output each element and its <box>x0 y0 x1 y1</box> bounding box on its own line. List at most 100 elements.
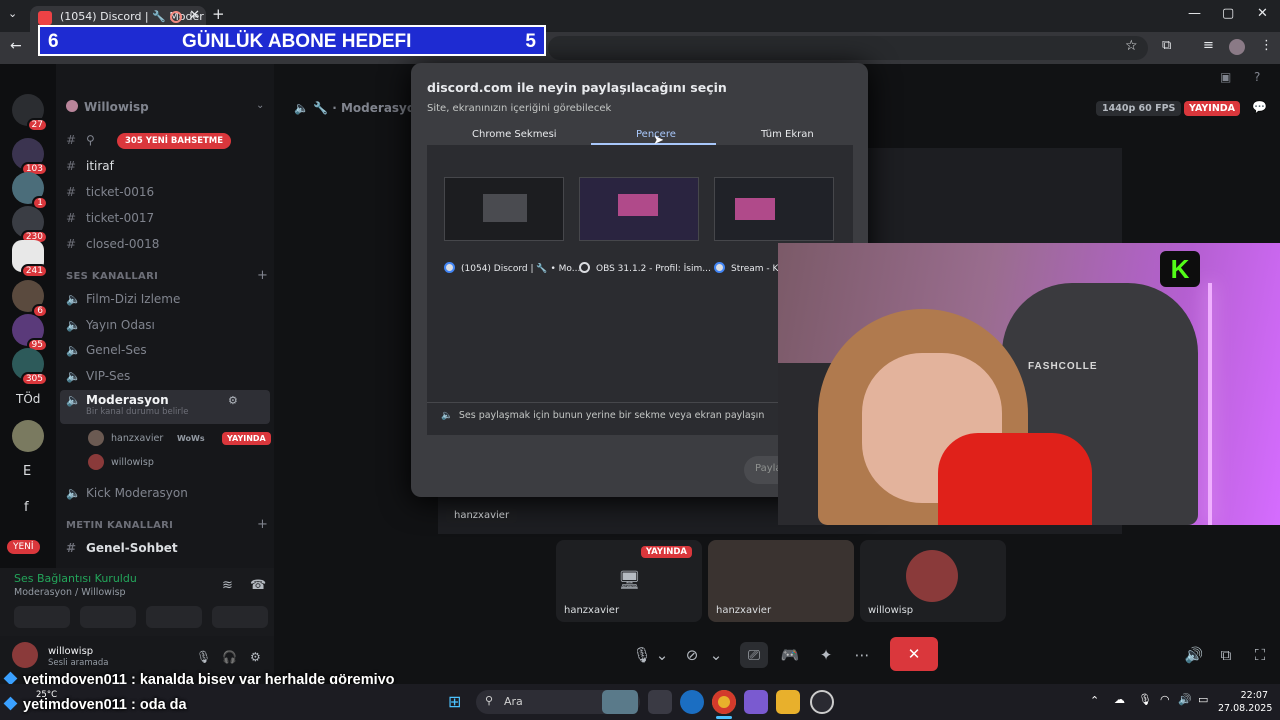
microphone-icon[interactable]: 🎙 <box>196 650 211 664</box>
tray-volume-icon[interactable]: 🔊 <box>1178 693 1192 706</box>
server-letter-f[interactable]: f <box>24 500 29 515</box>
video-tile-willowisp[interactable]: willowisp <box>860 540 1006 622</box>
new-mentions-pill[interactable]: 305 YENİ BAHSETME <box>117 133 232 149</box>
tab-search-chevron-icon[interactable]: ⌄ <box>8 7 17 20</box>
windows-start-icon[interactable]: ⊞ <box>448 692 461 711</box>
add-voice-channel-icon[interactable]: + <box>257 268 268 283</box>
server-icon-3[interactable]: 230 <box>12 206 48 244</box>
edge-icon[interactable] <box>680 690 704 714</box>
channel-itiraf[interactable]: # itiraf <box>66 159 114 181</box>
voice-channel-film[interactable]: 🔈 Film-Dizi Izleme <box>66 292 180 314</box>
server-icon-2[interactable]: 1 <box>12 172 48 210</box>
back-arrow-icon[interactable]: ← <box>10 38 22 54</box>
voice-channel-vip[interactable]: 🔈 VIP-Ses <box>66 369 130 391</box>
end-call-button[interactable]: ✕ <box>890 637 938 671</box>
window-thumbnail-discord[interactable] <box>444 177 564 241</box>
server-name[interactable]: Willowisp <box>66 100 149 114</box>
window-label-obs[interactable]: OBS 31.1.2 - Profil: İsim... <box>579 262 711 274</box>
headphones-icon[interactable]: 🎧 <box>222 650 237 664</box>
server-text-icon[interactable]: TÖd <box>16 392 40 406</box>
voice-location[interactable]: Moderasyon / Willowisp <box>14 587 126 598</box>
server-letter-e[interactable]: E <box>23 464 31 479</box>
search-widget-image[interactable] <box>602 690 638 714</box>
inbox-icon[interactable]: ▣ <box>1220 70 1231 84</box>
window-label-discord[interactable]: (1054) Discord | 🔧 • Mo... <box>444 262 580 274</box>
server-icon-1[interactable]: 103 <box>12 138 48 176</box>
server-icon-8[interactable] <box>12 420 44 452</box>
fullscreen-icon[interactable]: ⛶ <box>1246 642 1274 668</box>
window-thumbnail-stream[interactable] <box>714 177 834 241</box>
call-more-icon[interactable]: ⋯ <box>848 642 876 668</box>
call-activity-icon[interactable]: 🎮 <box>776 642 804 668</box>
call-soundboard-icon[interactable]: ✦ <box>812 642 840 668</box>
member-hanzxavier[interactable]: hanzxavier <box>111 433 163 444</box>
server-menu-chevron-icon[interactable]: ⌄ <box>256 100 264 111</box>
help-icon[interactable]: ? <box>1254 70 1260 84</box>
chevron-down-icon[interactable]: ⌄ <box>706 642 726 668</box>
new-servers-badge[interactable]: YENİ <box>7 540 40 554</box>
file-explorer-icon[interactable] <box>776 690 800 714</box>
member-willowisp[interactable]: willowisp <box>111 457 154 468</box>
call-camera-off-icon[interactable]: ⊘ <box>678 642 706 668</box>
soundboard-button[interactable] <box>212 606 268 628</box>
weather-temp[interactable]: 25°C <box>36 690 57 700</box>
chrome-taskbar-icon[interactable] <box>712 690 736 714</box>
camera-toggle-button[interactable] <box>14 606 70 628</box>
channel-ticket-0016[interactable]: # ticket-0016 <box>66 185 154 207</box>
voice-channel-moderasyon[interactable]: 🔈 Moderasyon Bir kanal durumu belirle <box>60 390 270 424</box>
chevron-down-icon[interactable]: ⌄ <box>652 642 672 668</box>
address-bar[interactable] <box>548 36 1148 60</box>
voice-channel-genel[interactable]: 🔈 Genel-Ses <box>66 343 147 365</box>
add-text-channel-icon[interactable]: + <box>257 517 268 532</box>
channel-closed-0018[interactable]: # closed-0018 <box>66 237 159 259</box>
call-screen-share-icon[interactable]: ⎚ <box>740 642 768 668</box>
copilot-icon[interactable] <box>744 690 768 714</box>
profile-avatar[interactable] <box>1229 39 1245 55</box>
video-tile-hanzxavier[interactable]: hanzxavier <box>708 540 854 622</box>
minimize-button[interactable]: — <box>1188 6 1201 21</box>
maximize-button[interactable]: ▢ <box>1222 6 1234 21</box>
server-icon-5[interactable]: 6 <box>12 280 48 318</box>
popout-icon[interactable]: ⧉ <box>1212 642 1240 668</box>
tab-tum-ekran[interactable]: Tüm Ekran <box>761 129 814 140</box>
server-icon-7[interactable]: 305 <box>12 348 48 386</box>
voice-channel-yayin[interactable]: 🔈 Yayın Odası <box>66 318 155 340</box>
channel-settings-gear-icon[interactable]: ⚙ <box>228 394 238 407</box>
video-tile-hanzxavier-stream[interactable]: YAYINDA 🖥 hanzxavier <box>556 540 702 622</box>
battery-icon[interactable]: ▭ <box>1198 693 1208 706</box>
voice-category[interactable]: SES KANALLARI <box>66 271 158 282</box>
new-tab-button[interactable]: + <box>212 5 225 23</box>
user-avatar[interactable] <box>12 642 38 668</box>
voice-connected-status[interactable]: Ses Bağlantısı Kuruldu <box>14 572 137 585</box>
user-settings-gear-icon[interactable]: ⚙ <box>250 650 261 664</box>
window-label-stream[interactable]: Stream - Ki <box>714 262 781 274</box>
extensions-icon[interactable]: ⧉ <box>1162 38 1171 53</box>
disconnect-phone-icon[interactable]: ☎ <box>250 578 266 593</box>
onedrive-icon[interactable]: ☁ <box>1114 693 1125 706</box>
server-icon-home[interactable]: 27 <box>12 94 48 132</box>
tray-microphone-icon[interactable]: 🎙 <box>1138 693 1152 706</box>
window-thumbnail-obs[interactable] <box>579 177 699 241</box>
window-close-button[interactable]: ✕ <box>1257 6 1268 21</box>
obs-taskbar-icon[interactable] <box>810 690 834 714</box>
channel-link-1[interactable]: # ⚲ <box>66 133 95 155</box>
media-control-icon[interactable]: ≡ <box>1203 38 1214 53</box>
task-view-icon[interactable] <box>648 690 672 714</box>
tray-chevron-up-icon[interactable]: ⌃ <box>1090 694 1099 707</box>
noise-suppression-icon[interactable]: ≋ <box>222 578 233 593</box>
text-category[interactable]: METIN KANALLARI <box>66 520 173 531</box>
wifi-icon[interactable]: ◠ <box>1160 693 1170 706</box>
tab-chrome-sekmesi[interactable]: Chrome Sekmesi <box>472 129 557 140</box>
voice-channel-kick[interactable]: 🔈 Kick Moderasyon <box>66 486 188 508</box>
browser-menu-icon[interactable]: ⋮ <box>1260 38 1273 53</box>
bookmark-star-icon[interactable]: ☆ <box>1125 38 1138 54</box>
activity-button[interactable] <box>146 606 202 628</box>
server-icon-6[interactable]: 95 <box>12 314 48 352</box>
server-icon-willowisp[interactable]: 241 <box>12 240 48 278</box>
taskbar-clock[interactable]: 22:07 27.08.2025 <box>1218 689 1272 715</box>
volume-icon[interactable]: 🔊 <box>1180 642 1208 668</box>
screen-share-button[interactable] <box>80 606 136 628</box>
channel-ticket-0017[interactable]: # ticket-0017 <box>66 211 154 233</box>
chat-bubble-icon[interactable]: 💬 <box>1252 100 1267 114</box>
channel-genel-sohbet[interactable]: # Genel-Sohbet <box>66 541 178 563</box>
